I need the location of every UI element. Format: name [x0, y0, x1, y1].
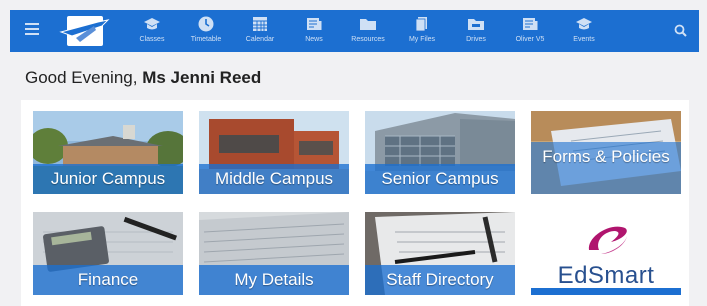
- tile-edsmart[interactable]: EdSmart: [531, 212, 681, 295]
- newspaper-icon: [307, 18, 322, 30]
- nav-item-timetable[interactable]: Timetable: [179, 10, 233, 52]
- search-icon[interactable]: [673, 23, 689, 39]
- tile-label: Senior Campus: [381, 169, 499, 188]
- nav-label: Classes: [139, 36, 165, 43]
- nav-item-events[interactable]: Events: [557, 10, 611, 52]
- greeting-prefix: Good Evening,: [25, 68, 138, 87]
- library-icon: [523, 18, 538, 30]
- nav-item-oliver[interactable]: Oliver V5: [503, 10, 557, 52]
- hamburger-menu-icon[interactable]: [25, 22, 39, 36]
- events-cap-icon: [576, 18, 592, 30]
- tile-underline: [531, 288, 681, 295]
- tile-senior-campus[interactable]: Senior Campus: [365, 111, 515, 194]
- tile-my-details[interactable]: My Details: [199, 212, 349, 295]
- nav-item-news[interactable]: News: [287, 10, 341, 52]
- nav-label: Drives: [466, 36, 486, 43]
- folder-icon: [360, 19, 376, 30]
- school-logo[interactable]: [58, 14, 112, 48]
- tile-forms-policies[interactable]: Forms & Policies: [531, 111, 681, 194]
- edsmart-wordmark: EdSmart: [557, 262, 655, 289]
- nav-label: News: [305, 36, 323, 43]
- user-name: Ms Jenni Reed: [142, 68, 262, 87]
- calendar-icon: [253, 17, 267, 31]
- greeting: Good Evening, Ms Jenni Reed: [25, 68, 261, 88]
- tile-label: Forms & Policies: [542, 147, 670, 166]
- nav-item-calendar[interactable]: Calendar: [233, 10, 287, 52]
- tile-junior-campus[interactable]: Junior Campus: [33, 111, 183, 194]
- tile-label: Junior Campus: [50, 169, 166, 188]
- nav-label: Events: [573, 36, 595, 43]
- tile-label: Staff Directory: [386, 270, 494, 289]
- tile-label: Finance: [77, 270, 139, 289]
- tile-staff-directory[interactable]: Staff Directory: [365, 212, 515, 295]
- drive-folder-icon: [468, 19, 484, 30]
- nav-label: Oliver V5: [515, 36, 545, 43]
- nav-item-my-files[interactable]: My Files: [395, 10, 449, 52]
- edsmart-logo-icon: [588, 226, 627, 254]
- tile-label: My Details: [234, 270, 314, 289]
- tile-finance[interactable]: Finance: [33, 212, 183, 295]
- nav-label: Calendar: [245, 36, 275, 43]
- nav-label: Resources: [351, 36, 385, 43]
- quick-links-panel: Junior Campus Middle Campus Senior Campu…: [21, 100, 689, 306]
- nav-label: Timetable: [190, 36, 222, 43]
- graduation-cap-icon: [144, 18, 160, 30]
- nav-item-resources[interactable]: Resources: [341, 10, 395, 52]
- top-navigation-bar: Classes Timetable Calendar News Resource…: [10, 10, 699, 52]
- tile-label: Middle Campus: [214, 169, 334, 188]
- main-nav: Classes Timetable Calendar News Resource…: [125, 10, 611, 52]
- clock-icon: [198, 16, 214, 32]
- tile-middle-campus[interactable]: Middle Campus: [199, 111, 349, 194]
- nav-item-drives[interactable]: Drives: [449, 10, 503, 52]
- nav-item-classes[interactable]: Classes: [125, 10, 179, 52]
- nav-label: My Files: [408, 36, 436, 43]
- files-icon: [415, 17, 427, 32]
